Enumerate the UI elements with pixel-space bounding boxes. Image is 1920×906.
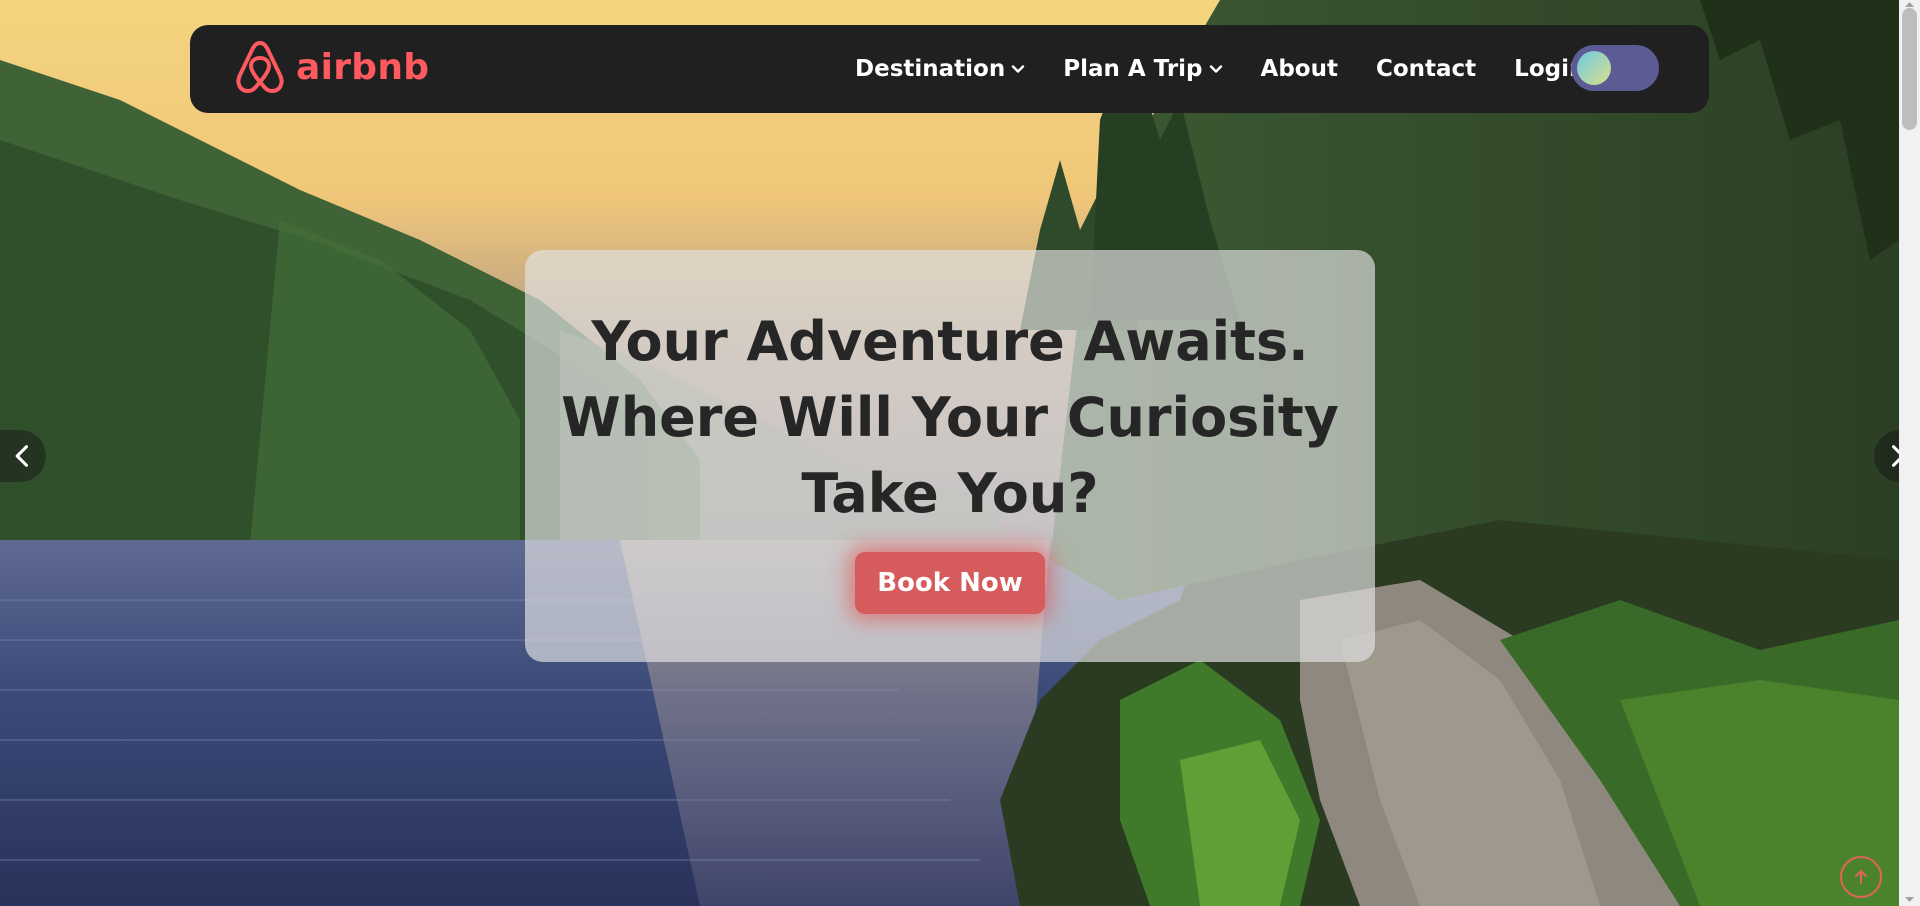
nav-item-label: Contact	[1375, 56, 1477, 82]
nav-item-label: Destination	[855, 56, 1006, 82]
chevron-down-icon	[1012, 65, 1025, 73]
chevron-down-icon	[1209, 65, 1222, 73]
nav-item-plan-a-trip[interactable]: Plan A Trip	[1063, 56, 1222, 82]
nav-item-contact[interactable]: Contact	[1376, 56, 1476, 82]
scroll-to-top-button[interactable]	[1840, 856, 1882, 898]
airbnb-belo-icon	[236, 41, 284, 93]
nav-item-destination[interactable]: Destination	[855, 56, 1025, 82]
nav-links: Destination Plan A Trip About Contact Lo…	[855, 25, 1585, 113]
theme-toggle-knob	[1577, 51, 1611, 85]
nav-item-about[interactable]: About	[1261, 56, 1338, 82]
nav-item-label: Plan A Trip	[1063, 56, 1203, 82]
scroll-up-arrow-icon[interactable]	[1904, 0, 1915, 8]
scrollbar-thumb[interactable]	[1902, 8, 1917, 130]
hero-headline: Your Adventure Awaits. Where Will Your C…	[561, 310, 1339, 525]
arrow-up-icon	[1855, 870, 1867, 884]
nav-item-label: About	[1260, 56, 1338, 82]
hero-card: Your Adventure Awaits. Where Will Your C…	[525, 250, 1375, 662]
scroll-down-arrow-icon[interactable]	[1904, 896, 1915, 904]
brand-logo[interactable]: airbnb	[234, 39, 429, 95]
theme-toggle-switch[interactable]	[1571, 45, 1659, 91]
page-scrollbar[interactable]	[1899, 0, 1920, 906]
book-now-button[interactable]: Book Now	[855, 552, 1045, 614]
brand-name: airbnb	[296, 46, 430, 88]
top-navbar: airbnb Destination Plan A Trip About Con…	[190, 25, 1709, 113]
chevron-left-icon	[15, 445, 29, 467]
